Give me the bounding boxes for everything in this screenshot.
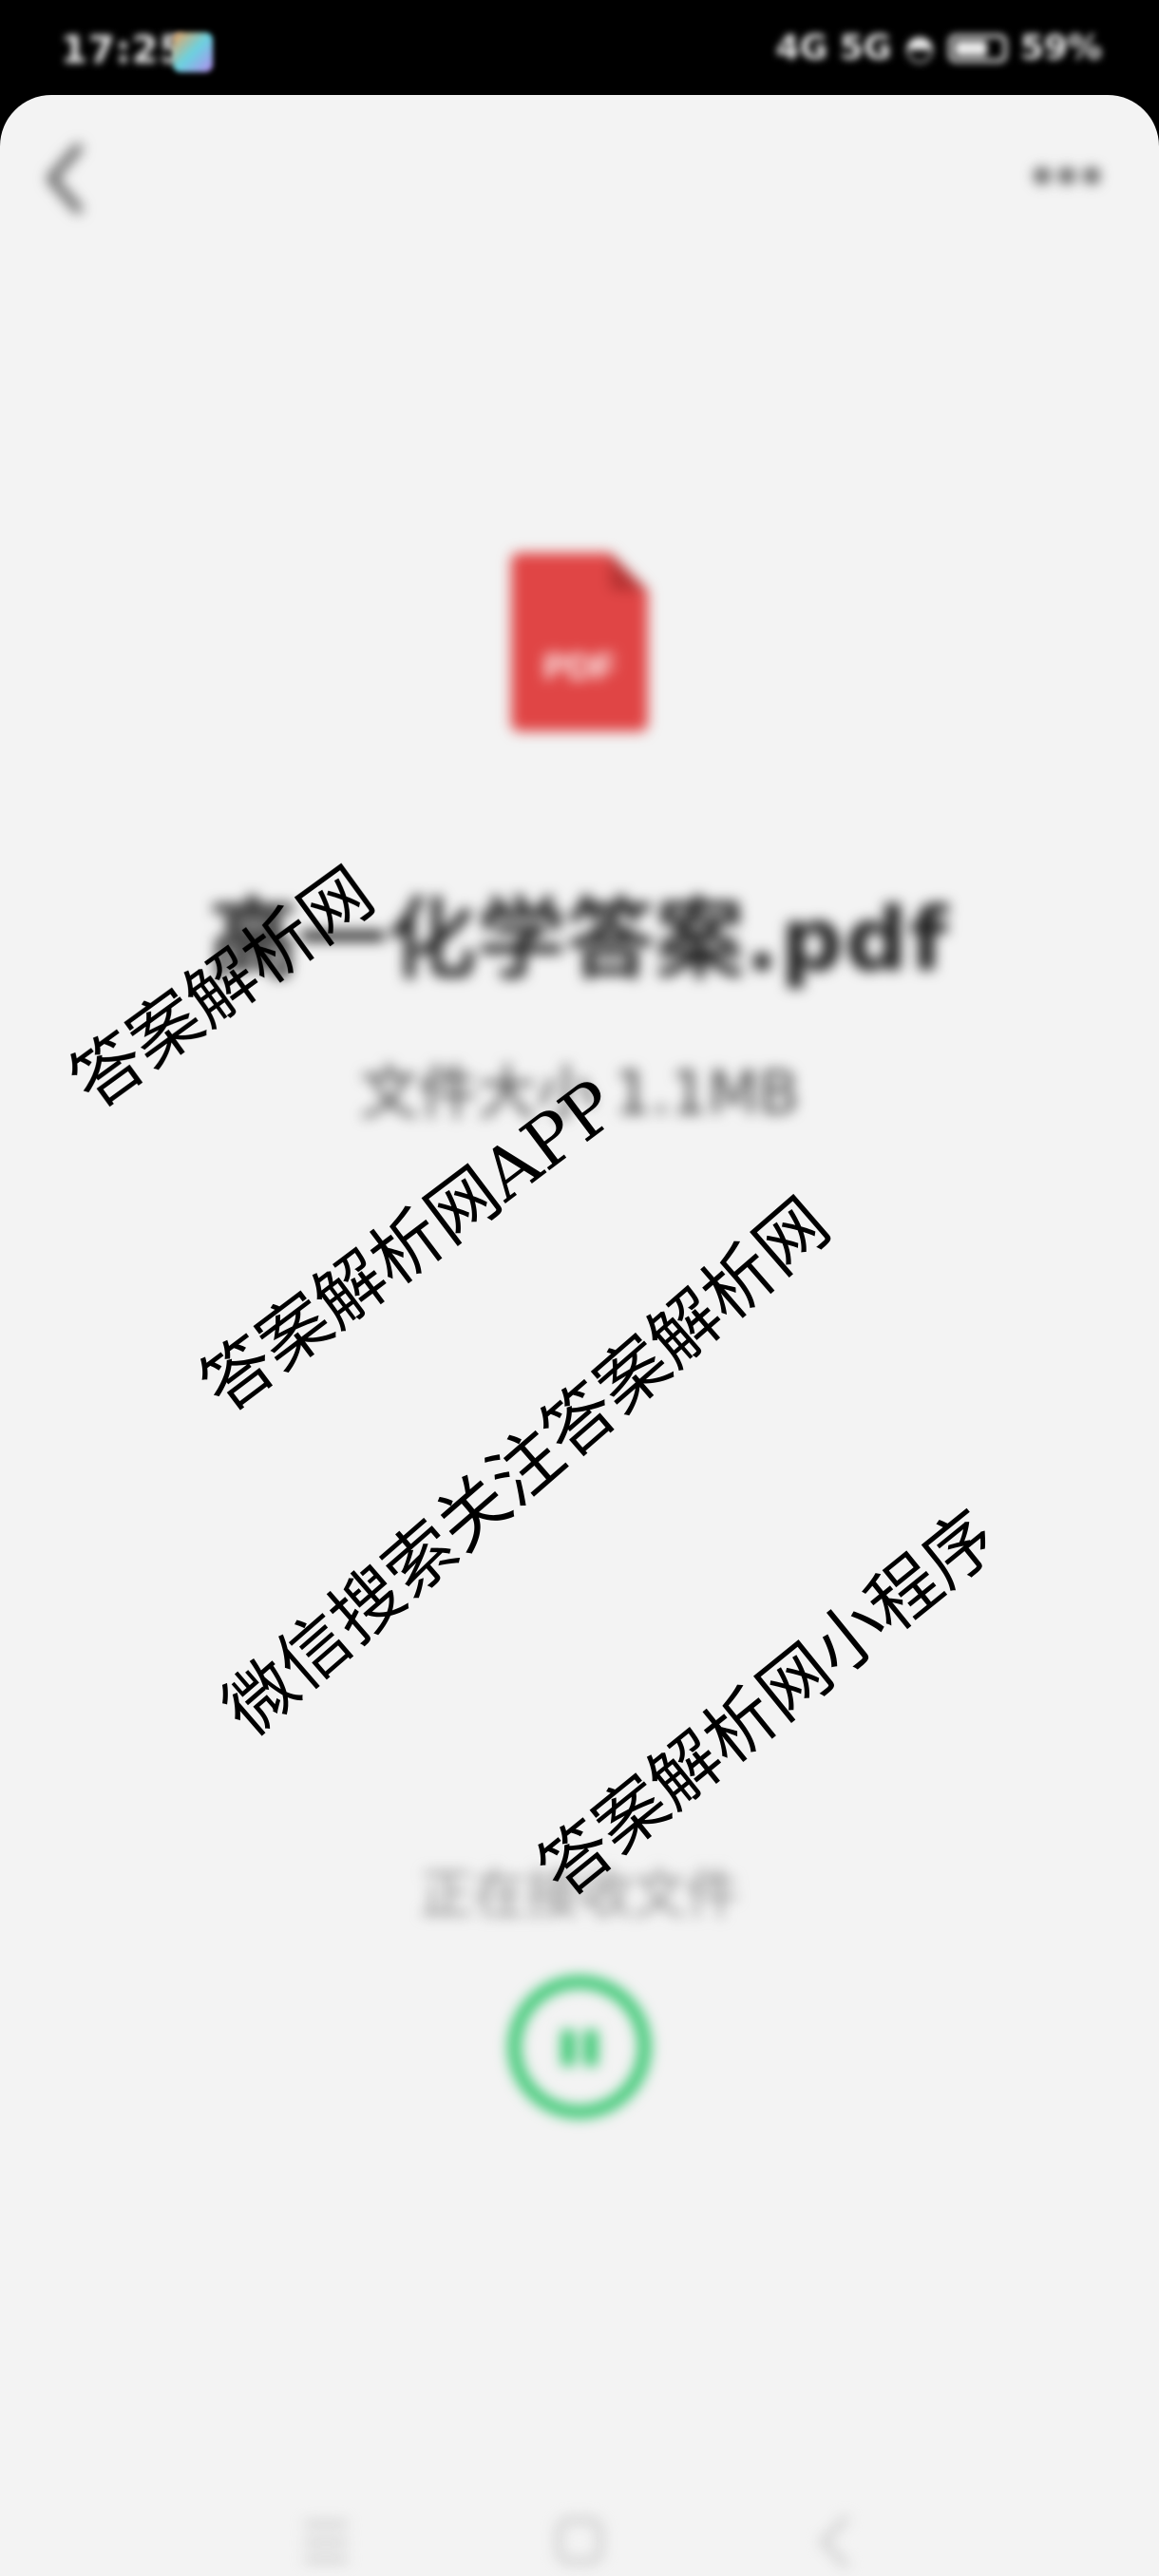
signal-icon: 4G 5G	[775, 28, 892, 67]
chevron-left-icon[interactable]	[42, 141, 89, 217]
watermark-text: 答案解析网小程序	[523, 1495, 1013, 1913]
status-time: 17:25	[61, 28, 187, 72]
file-transfer-sheet: PDF 高一化学答案.pdf 文件大小 1.1MB 正在接收文件 答案解析网 答…	[0, 95, 1159, 2576]
status-bar: 17:25 4G 5G ◓ 59%	[0, 0, 1159, 104]
more-dots-icon[interactable]	[1024, 161, 1110, 190]
home-icon[interactable]	[556, 2517, 603, 2565]
back-icon[interactable]	[815, 2513, 853, 2570]
battery-percent: 59%	[1019, 28, 1102, 67]
battery-icon	[947, 33, 1007, 63]
status-indicators: 4G 5G ◓ 59%	[776, 28, 1102, 67]
menu-icon[interactable]	[304, 2521, 348, 2563]
pdf-file-icon: PDF	[511, 553, 648, 731]
pdf-icon-label: PDF	[543, 648, 616, 688]
pause-icon	[561, 2030, 575, 2066]
photos-app-icon	[173, 32, 213, 72]
system-nav-bar	[0, 2489, 1159, 2576]
pause-button[interactable]	[508, 1976, 651, 2118]
wifi-icon: ◓	[904, 28, 935, 67]
pause-icon	[584, 2030, 598, 2066]
